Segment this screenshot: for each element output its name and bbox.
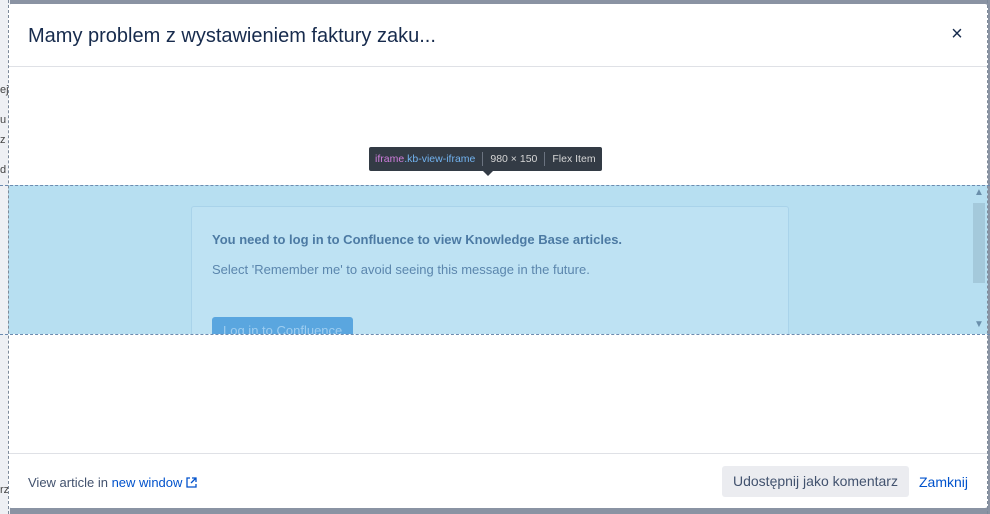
devtools-guide-line <box>0 334 990 335</box>
external-link-icon[interactable] <box>186 476 198 491</box>
close-button[interactable]: Zamknij <box>919 474 968 490</box>
devtools-element-tooltip: iframe .kb-view-iframe 980 × 150 Flex Ite… <box>369 147 602 176</box>
tooltip-class: .kb-view-iframe <box>404 153 476 165</box>
devtools-guide-line <box>8 0 9 514</box>
share-as-comment-button[interactable]: Udostępnij jako komentarz <box>722 466 909 497</box>
iframe-scrollbar[interactable]: ▲ ▼ <box>971 185 988 334</box>
modal-title: Mamy problem z wystawieniem faktury zaku… <box>28 25 436 47</box>
scrollbar-thumb[interactable] <box>973 203 985 283</box>
tooltip-divider <box>482 152 484 166</box>
login-confluence-button[interactable]: Log in to Confluence <box>212 317 354 334</box>
tooltip-divider <box>544 152 546 166</box>
devtools-guide-line <box>987 0 988 514</box>
tooltip-type: Flex Item <box>552 153 596 165</box>
tooltip-size: 980 × 150 <box>490 153 538 165</box>
login-message-subtitle: Select 'Remember me' to avoid seeing thi… <box>212 262 590 277</box>
scroll-down-icon[interactable]: ▼ <box>974 319 984 330</box>
login-message-card: You need to log in to Confluence to view… <box>191 206 789 334</box>
background-text: d <box>0 164 7 176</box>
modal-header: Mamy problem z wystawieniem faktury zaku… <box>8 4 988 67</box>
kb-article-modal: Mamy problem z wystawieniem faktury zaku… <box>8 4 988 508</box>
background-text: z <box>0 134 6 146</box>
tooltip-tag: iframe <box>375 153 405 165</box>
scroll-up-icon[interactable]: ▲ <box>974 187 984 198</box>
login-message-title: You need to log in to Confluence to view… <box>212 232 623 247</box>
modal-footer: View article in new window Udostępnij ja… <box>8 453 988 508</box>
devtools-guide-line <box>0 185 990 186</box>
view-article-text: View article in new window <box>28 475 198 491</box>
kb-view-iframe[interactable]: You need to log in to Confluence to view… <box>8 185 988 334</box>
background-text: u <box>0 114 7 126</box>
new-window-link[interactable]: new window <box>112 475 183 490</box>
close-icon[interactable]: × <box>946 23 968 45</box>
view-article-prefix: View article in <box>28 475 112 490</box>
